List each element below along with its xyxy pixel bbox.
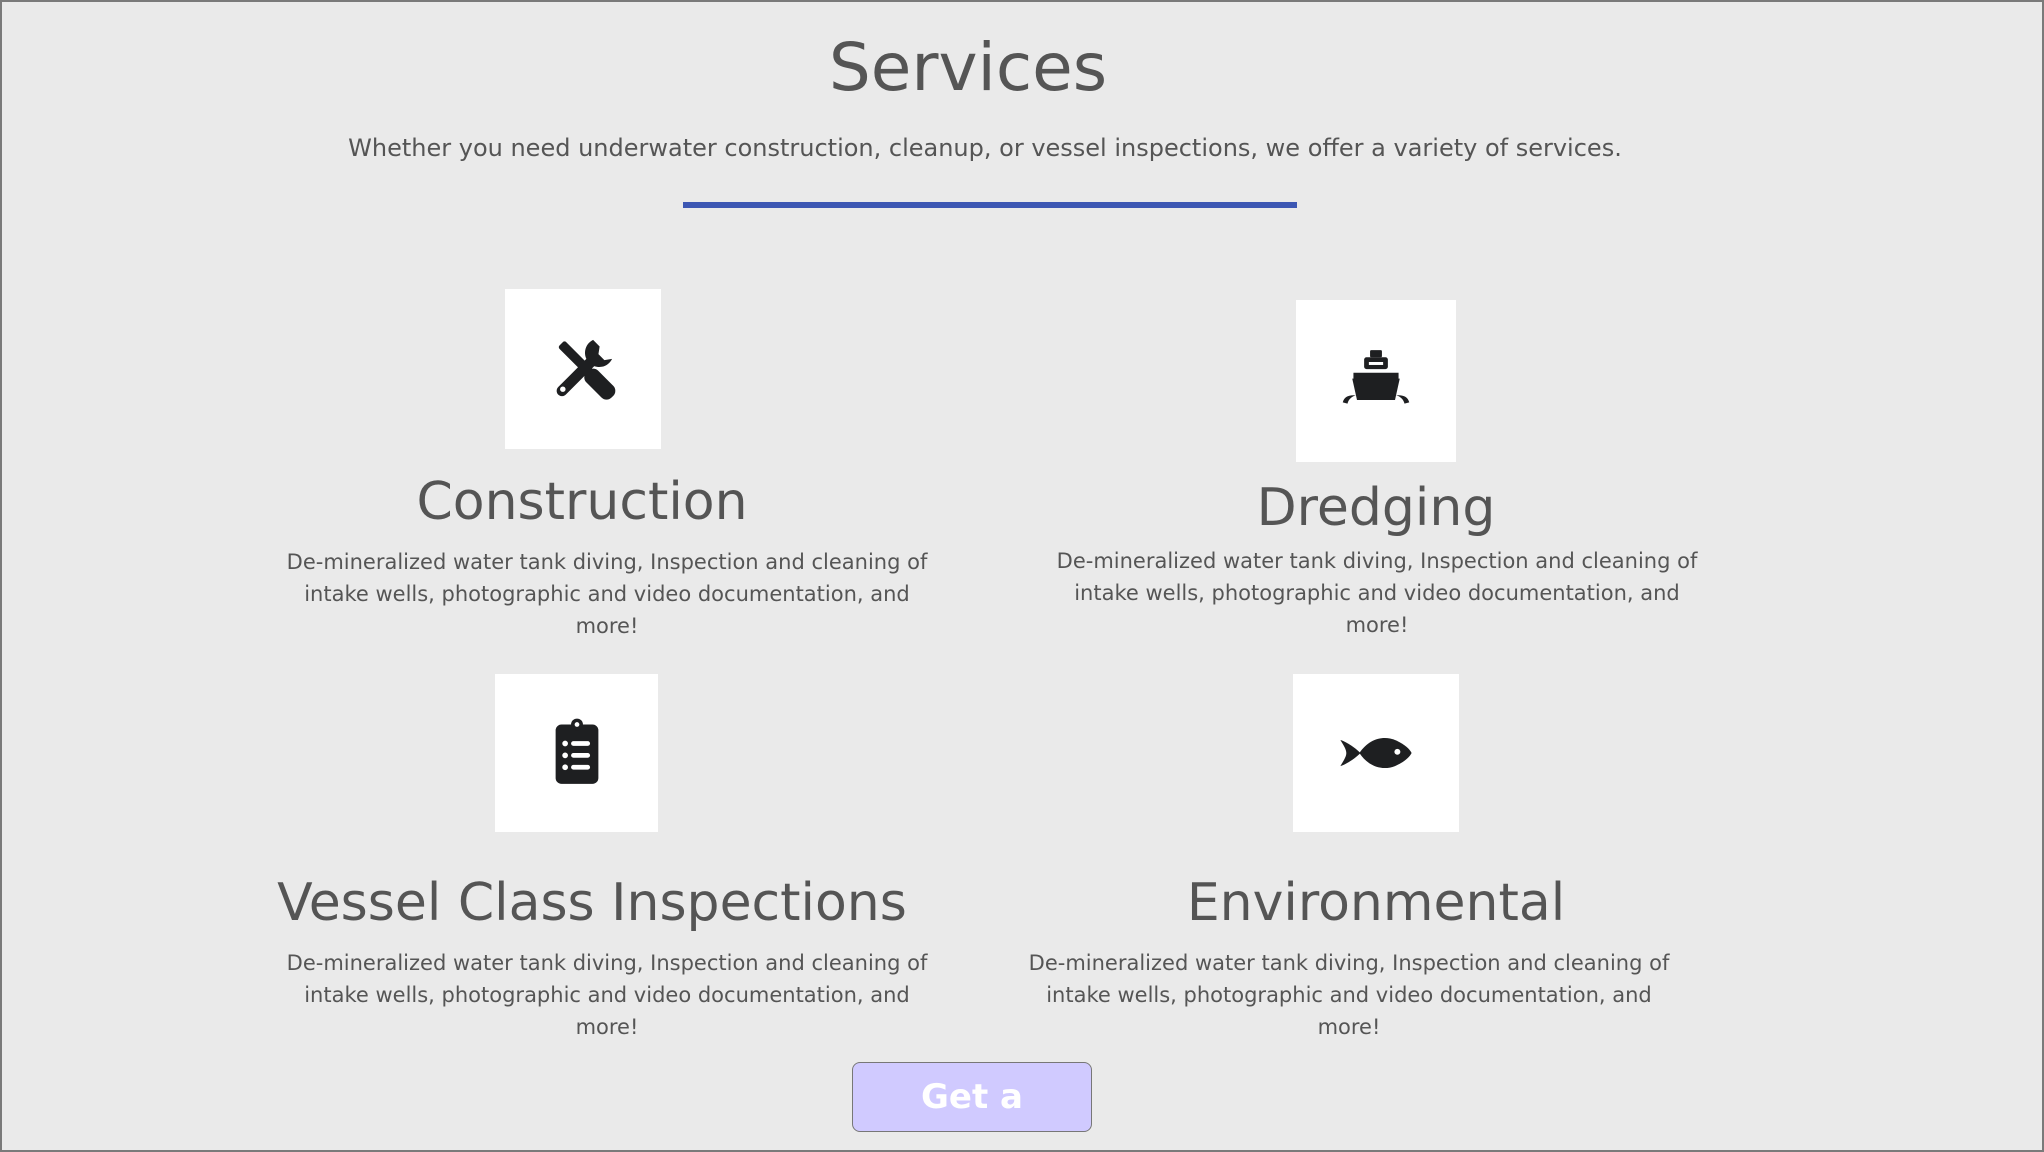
service-desc-inspections: De-mineralized water tank diving, Inspec… bbox=[286, 951, 928, 1039]
ship-icon bbox=[1342, 350, 1410, 404]
service-desc-dredging: De-mineralized water tank diving, Inspec… bbox=[1056, 549, 1698, 637]
clipboard-list-icon bbox=[555, 718, 598, 784]
fish-icon bbox=[1340, 737, 1412, 769]
environmental-icon-box bbox=[1293, 674, 1459, 832]
service-title-construction: Construction bbox=[416, 472, 748, 532]
inspections-icon-box bbox=[495, 674, 658, 832]
get-quote-button[interactable]: Get a quote! bbox=[852, 1062, 1092, 1150]
tools-icon bbox=[556, 339, 616, 400]
page-subtitle: Whether you need underwater construction… bbox=[348, 134, 1622, 162]
page-title: Services bbox=[828, 29, 1108, 106]
dredging-icon-box bbox=[1296, 300, 1456, 462]
title-divider bbox=[683, 202, 1297, 208]
service-title-dredging: Dredging bbox=[1256, 478, 1496, 538]
service-desc-construction: De-mineralized water tank diving, Inspec… bbox=[286, 550, 928, 638]
construction-icon-box bbox=[505, 289, 661, 449]
service-title-environmental: Environmental bbox=[1186, 873, 1566, 933]
services-page: Services Whether you need underwater con… bbox=[0, 0, 2044, 1152]
service-desc-environmental: De-mineralized water tank diving, Inspec… bbox=[1028, 951, 1670, 1039]
service-title-inspections: Vessel Class Inspections bbox=[277, 873, 907, 933]
